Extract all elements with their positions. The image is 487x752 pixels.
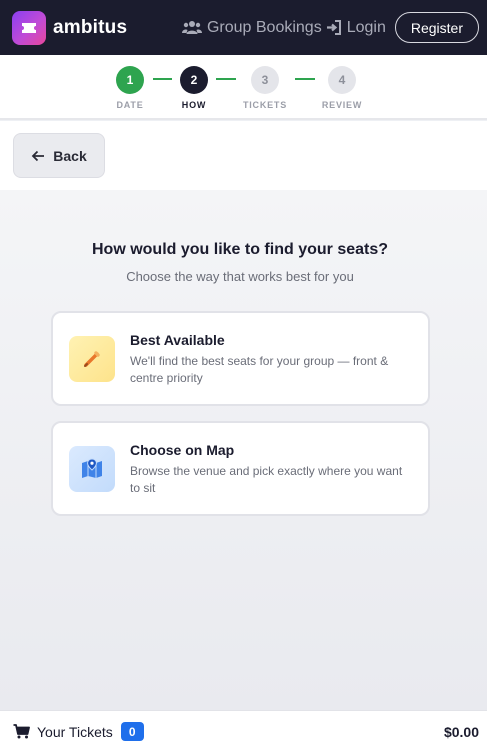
brand-name[interactable]: ambitus [53,17,127,39]
step-tickets: 3 TICKETS [235,66,295,110]
group-bookings-label: Group Bookings [206,18,322,36]
cart-footer[interactable]: Your Tickets 0 $0.00 [0,710,487,752]
cart-total: $0.00 [443,723,479,740]
cart-label: Your Tickets [37,723,113,740]
option-description: Browse the venue and pick exactly where … [130,464,403,495]
cart-icon [13,724,30,739]
step-date[interactable]: 1 DATE [100,66,160,110]
step-number: 1 [116,66,144,94]
step-how[interactable]: 2 HOW [164,66,224,110]
step-review: 4 REVIEW [312,66,372,110]
step-label: DATE [116,100,144,110]
page-title: How would you like to find your seats? [91,241,389,258]
option-description: We'll find the best seats for your group… [130,354,389,385]
step-number: 3 [251,66,279,94]
login-link[interactable]: Login [326,19,386,37]
booking-stepper: 1 DATE 2 HOW 3 TICKETS 4 REVIEW [0,55,487,120]
best-available-option[interactable]: Best Available We'll find the best seats… [51,311,430,406]
step-label: HOW [181,100,207,110]
sign-in-icon [326,20,341,35]
arrow-left-icon [31,150,45,161]
option-title: Choose on Map [130,442,235,458]
step-number: 2 [180,66,208,94]
page-subtitle: Choose the way that works best for you [126,269,354,284]
seat-method-panel: How would you like to find your seats? C… [0,190,487,710]
back-row: Back [0,121,487,190]
login-label: Login [346,18,386,36]
choose-on-map-option[interactable]: Choose on Map Browse the venue and pick … [51,421,430,516]
step-label: TICKETS [242,100,288,110]
cart-count-badge: 0 [120,722,144,741]
step-number: 4 [328,66,356,94]
ticket-icon[interactable] [12,10,46,45]
back-button[interactable]: Back [13,133,105,178]
group-bookings-link[interactable]: Group Bookings [181,18,322,37]
map-pin-icon [69,446,115,492]
back-label: Back [53,147,87,164]
option-title: Best Available [130,332,225,348]
top-navbar: ambitus Group Bookings Login Register [0,0,487,55]
register-button[interactable]: Register [394,12,479,43]
nav-links: Group Bookings Login Register [181,12,479,43]
users-icon [181,21,202,34]
pencil-icon [69,336,115,382]
step-label: REVIEW [321,100,363,110]
